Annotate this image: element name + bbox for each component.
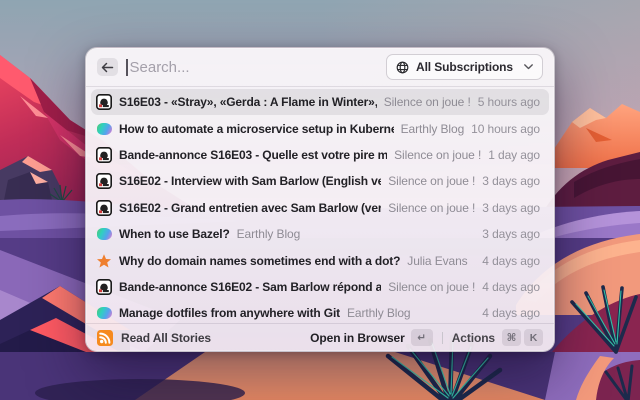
read-all-stories-label: Read All Stories [121, 330, 211, 345]
story-timestamp: 4 days ago [482, 253, 540, 268]
footer-actions: Open in Browser ↵ Actions ⌘ K [310, 329, 543, 346]
story-title: Bande-annonce S16E03 - Quelle est votre … [119, 147, 388, 162]
story-feed-name: Silence on joue ! [388, 174, 476, 189]
story-feed-name: Earthly Blog [347, 306, 411, 321]
story-title: How to automate a microservice setup in … [119, 121, 394, 136]
list-item[interactable]: When to use Bazel? Earthly Blog 3 days a… [91, 221, 549, 247]
star-icon [96, 253, 112, 269]
globe-icon [396, 61, 409, 73]
story-feed-name: Silence on joue ! [388, 279, 476, 294]
launcher-window: All Subscriptions S16E03 - «Stray», «Ger… [85, 47, 555, 352]
silence-on-joue-favicon-icon [96, 146, 112, 163]
story-feed-name: Julia Evans [407, 253, 468, 268]
earthly-favicon-icon [96, 305, 112, 321]
story-timestamp: 1 day ago [488, 147, 540, 162]
footer-bar: Read All Stories Open in Browser ↵ Actio… [86, 323, 554, 351]
story-timestamp: 5 hours ago [477, 95, 540, 110]
rss-icon [97, 329, 113, 346]
story-timestamp: 3 days ago [482, 227, 540, 242]
story-title: Manage dotfiles from anywhere with Git [119, 306, 340, 321]
silence-on-joue-favicon-icon [96, 94, 112, 111]
story-title: Why do domain names sometimes end with a… [119, 253, 401, 268]
story-timestamp: 10 hours ago [471, 121, 540, 136]
back-button[interactable] [97, 58, 118, 76]
story-timestamp: 3 days ago [482, 200, 540, 215]
back-arrow-icon [101, 62, 114, 72]
search-input[interactable] [129, 58, 386, 76]
list-item[interactable]: Bande-annonce S16E03 - Quelle est votre … [91, 142, 549, 168]
list-item[interactable]: S16E02 - Grand entretien avec Sam Barlow… [91, 195, 549, 221]
search-header: All Subscriptions [86, 48, 554, 87]
story-title: S16E02 - Grand entretien avec Sam Barlow… [119, 200, 382, 215]
earthly-favicon-icon [96, 121, 112, 137]
return-key-icon: ↵ [410, 329, 433, 346]
silence-on-joue-favicon-icon [96, 173, 112, 190]
list-item[interactable]: How to automate a microservice setup in … [91, 115, 549, 141]
list-item[interactable]: S16E03 - «Stray», «Gerda : A Flame in Wi… [91, 89, 549, 116]
story-title: Bande-annonce S16E02 - Sam Barlow répond… [119, 279, 382, 294]
command-key-icon: ⌘ [502, 329, 521, 346]
silence-on-joue-favicon-icon [96, 199, 112, 216]
chevron-down-icon [524, 64, 533, 70]
story-feed-name: Silence on joue ! [388, 200, 476, 215]
open-in-browser-button[interactable]: Open in Browser [310, 331, 405, 345]
story-timestamp: 4 days ago [482, 306, 540, 321]
story-title: S16E02 - Interview with Sam Barlow (Engl… [119, 174, 382, 189]
story-feed-name: Earthly Blog [236, 227, 301, 242]
list-item[interactable]: S16E02 - Interview with Sam Barlow (Engl… [91, 168, 549, 194]
k-key-icon: K [524, 329, 543, 346]
story-feed-name: Earthly Blog [400, 121, 465, 136]
story-timestamp: 4 days ago [482, 279, 540, 294]
text-cursor [126, 58, 128, 76]
actions-button[interactable]: Actions [452, 331, 495, 345]
silence-on-joue-favicon-icon [96, 278, 112, 295]
story-feed-name: Silence on joue ! [394, 147, 482, 162]
subscriptions-dropdown-label: All Subscriptions [416, 60, 513, 74]
desktop: All Subscriptions S16E03 - «Stray», «Ger… [0, 0, 640, 400]
story-timestamp: 3 days ago [482, 174, 540, 189]
subscriptions-dropdown[interactable]: All Subscriptions [386, 54, 543, 80]
list-item[interactable]: Bande-annonce S16E02 - Sam Barlow répond… [91, 274, 549, 300]
story-feed-name: Silence on joue ! [383, 95, 471, 110]
story-title: When to use Bazel? [119, 227, 230, 242]
story-list: S16E03 - «Stray», «Gerda : A Flame in Wi… [86, 87, 554, 323]
list-item[interactable]: Manage dotfiles from anywhere with Git E… [91, 300, 549, 323]
story-title: S16E03 - «Stray», «Gerda : A Flame in Wi… [119, 95, 377, 110]
earthly-favicon-icon [96, 226, 112, 242]
list-item[interactable]: Why do domain names sometimes end with a… [91, 247, 549, 273]
footer-divider [441, 331, 443, 344]
